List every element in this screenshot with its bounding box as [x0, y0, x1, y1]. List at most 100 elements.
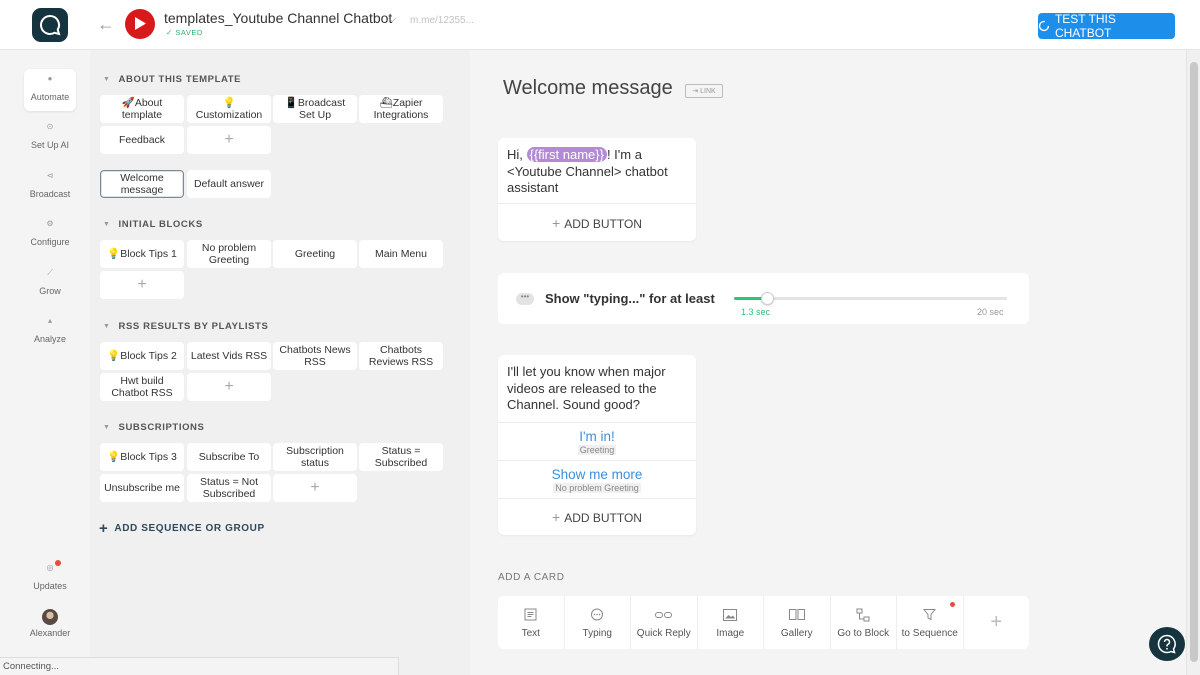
plus-icon: + [224, 378, 234, 395]
tool-label: Text [521, 627, 540, 639]
block-label: No problem Greeting [201, 242, 257, 266]
variable-chip[interactable]: {{first name}} [526, 147, 607, 162]
help-button[interactable] [1149, 627, 1185, 661]
block-chatbots-news-rss[interactable]: Chatbots News RSS [273, 342, 357, 370]
sidebar-item-updates[interactable]: ◎ Updates [24, 558, 76, 600]
add-typing-card-button[interactable]: Typing [565, 596, 631, 649]
block-subscription-status[interactable]: Subscription status [273, 443, 357, 471]
avatar [42, 609, 58, 625]
block-main-menu[interactable]: Main Menu [359, 240, 443, 268]
text-card[interactable]: Hi, {{first name}}! I'm a <Youtube Chann… [498, 138, 696, 241]
add-button[interactable]: + ADD BUTTON [498, 203, 696, 241]
sidebar-item-label: Updates [33, 581, 67, 591]
section-initial-blocks[interactable]: ▼ INITIAL BLOCKS [103, 219, 203, 230]
block-tips-1[interactable]: 💡Block Tips 1 [100, 240, 184, 268]
block-hwt-build-chatbot-rss[interactable]: Hwt build Chatbot RSS [100, 373, 184, 401]
block-tips-2[interactable]: 💡Block Tips 2 [100, 342, 184, 370]
typing-card[interactable]: ••• Show "typing..." for at least 1.3 se… [498, 273, 1029, 324]
text-card-body[interactable]: Hi, {{first name}}! I'm a <Youtube Chann… [498, 138, 696, 203]
short-link[interactable]: m.me/12355... [410, 15, 474, 26]
block-chatbots-reviews-rss[interactable]: Chatbots Reviews RSS [359, 342, 443, 370]
add-to-sequence-button[interactable]: to Sequence [897, 596, 964, 649]
back-arrow-icon[interactable]: ← [97, 14, 115, 35]
block-latest-vids-rss[interactable]: Latest Vids RSS [187, 342, 271, 370]
add-go-to-block-button[interactable]: Go to Block [831, 596, 897, 649]
block-label: 💡Block Tips 3 [107, 451, 177, 463]
add-block-button[interactable]: + [187, 373, 271, 401]
block-greeting[interactable]: Greeting [273, 240, 357, 268]
block-about-template[interactable]: 🚀About template [100, 95, 184, 123]
add-text-card-button[interactable]: Text [498, 596, 565, 649]
link-button[interactable]: ⇥ LINK [685, 84, 723, 98]
plus-icon: + [310, 479, 320, 496]
block-no-problem-greeting[interactable]: No problem Greeting [187, 240, 271, 268]
tool-label: Typing [582, 627, 612, 639]
section-subscriptions[interactable]: ▼ SUBSCRIPTIONS [103, 422, 204, 433]
plus-icon: + [137, 276, 147, 293]
block-customization[interactable]: 💡 Customization [187, 95, 271, 123]
collapse-triangle-icon: ▼ [103, 323, 111, 330]
sidebar-item-configure[interactable]: ⚙ Configure [24, 214, 76, 256]
chevron-down-icon[interactable]: ⌵ [388, 13, 396, 26]
sidebar-item-set-up-ai[interactable]: ⊙ Set Up AI [24, 117, 76, 159]
scrollbar-thumb[interactable] [1190, 62, 1198, 662]
block-tips-3[interactable]: 💡Block Tips 3 [100, 443, 184, 471]
slider-handle[interactable] [761, 292, 774, 305]
block-unsubscribe-me[interactable]: Unsubscribe me [100, 474, 184, 502]
text-icon [524, 607, 537, 623]
plus-icon: + [552, 214, 561, 231]
sidebar-item-automate[interactable]: ● Automate [24, 69, 76, 111]
plus-icon: + [990, 611, 1003, 633]
sidebar-item-label: Grow [39, 286, 61, 296]
add-quick-reply-button[interactable]: Quick Reply [631, 596, 698, 649]
block-feedback[interactable]: Feedback [100, 126, 184, 154]
ai-icon: ⊙ [46, 122, 54, 131]
quick-reply-show-me-more[interactable]: Show me more No problem Greeting [498, 460, 696, 498]
block-label: Greeting [294, 248, 336, 260]
section-about[interactable]: ▼ ABOUT THIS TEMPLATE [103, 74, 241, 85]
user-name: Alexander [29, 628, 71, 638]
add-block-button[interactable]: + [100, 271, 184, 299]
sidebar-item-label: Set Up AI [30, 140, 70, 150]
text-card-body[interactable]: I'll let you know when major videos are … [498, 355, 696, 422]
add-sequence-button[interactable]: + ADD SEQUENCE OR GROUP [99, 520, 265, 537]
add-image-card-button[interactable]: Image [698, 596, 764, 649]
block-status-not-subscribed[interactable]: Status = Not Subscribed [187, 474, 271, 502]
sidebar-item-broadcast[interactable]: ⊲ Broadcast [24, 166, 76, 208]
block-zapier-integrations[interactable]: ⛴Zapier Integrations [359, 95, 443, 123]
typing-icon [590, 607, 604, 623]
add-block-button[interactable]: + [187, 126, 271, 154]
plus-icon: + [552, 509, 561, 525]
block-default-answer[interactable]: Default answer [187, 170, 271, 198]
tool-label: Go to Block [837, 627, 890, 639]
add-more-cards-button[interactable]: + [964, 596, 1030, 649]
sidebar-item-grow[interactable]: ⟋ Grow [24, 263, 76, 305]
quick-reply-card[interactable]: I'll let you know when major videos are … [498, 355, 696, 535]
quick-reply-target: Greeting [577, 444, 617, 455]
block-subscribe-to[interactable]: Subscribe To [187, 443, 271, 471]
sidebar-item-user[interactable]: Alexander [24, 606, 76, 648]
configure-icon: ⚙ [46, 219, 54, 228]
block-broadcast-set-up[interactable]: 📱Broadcast Set Up [273, 95, 357, 123]
quick-reply-im-in[interactable]: I'm in! Greeting [498, 422, 696, 460]
typing-slider[interactable] [734, 292, 1007, 305]
block-label: Chatbots News RSS [279, 344, 351, 368]
automate-icon: ● [47, 74, 53, 83]
block-welcome-message[interactable]: Welcome message [100, 170, 184, 198]
block-status-subscribed[interactable]: Status = Subscribed [359, 443, 443, 471]
add-button[interactable]: + ADD BUTTON [498, 498, 696, 535]
sidebar-item-label: Broadcast [29, 189, 71, 199]
page-title[interactable]: Welcome message [503, 77, 673, 100]
lightbulb-icon: 💡 [107, 350, 121, 362]
chatfuel-logo-icon[interactable] [32, 8, 68, 42]
bot-title[interactable]: templates_Youtube Channel Chatbot [164, 10, 392, 26]
go-to-block-icon [856, 607, 870, 623]
slider-max: 20 sec [977, 307, 1004, 317]
test-chatbot-button[interactable]: TEST THIS CHATBOT [1038, 12, 1175, 40]
scrollbar[interactable] [1186, 50, 1200, 675]
sidebar-item-analyze[interactable]: ▴ Analyze [24, 311, 76, 353]
broadcast-icon: ⊲ [46, 171, 54, 180]
add-gallery-card-button[interactable]: Gallery [764, 596, 831, 649]
add-block-button[interactable]: + [273, 474, 357, 502]
section-rss[interactable]: ▼ RSS RESULTS BY PLAYLISTS [103, 321, 268, 332]
